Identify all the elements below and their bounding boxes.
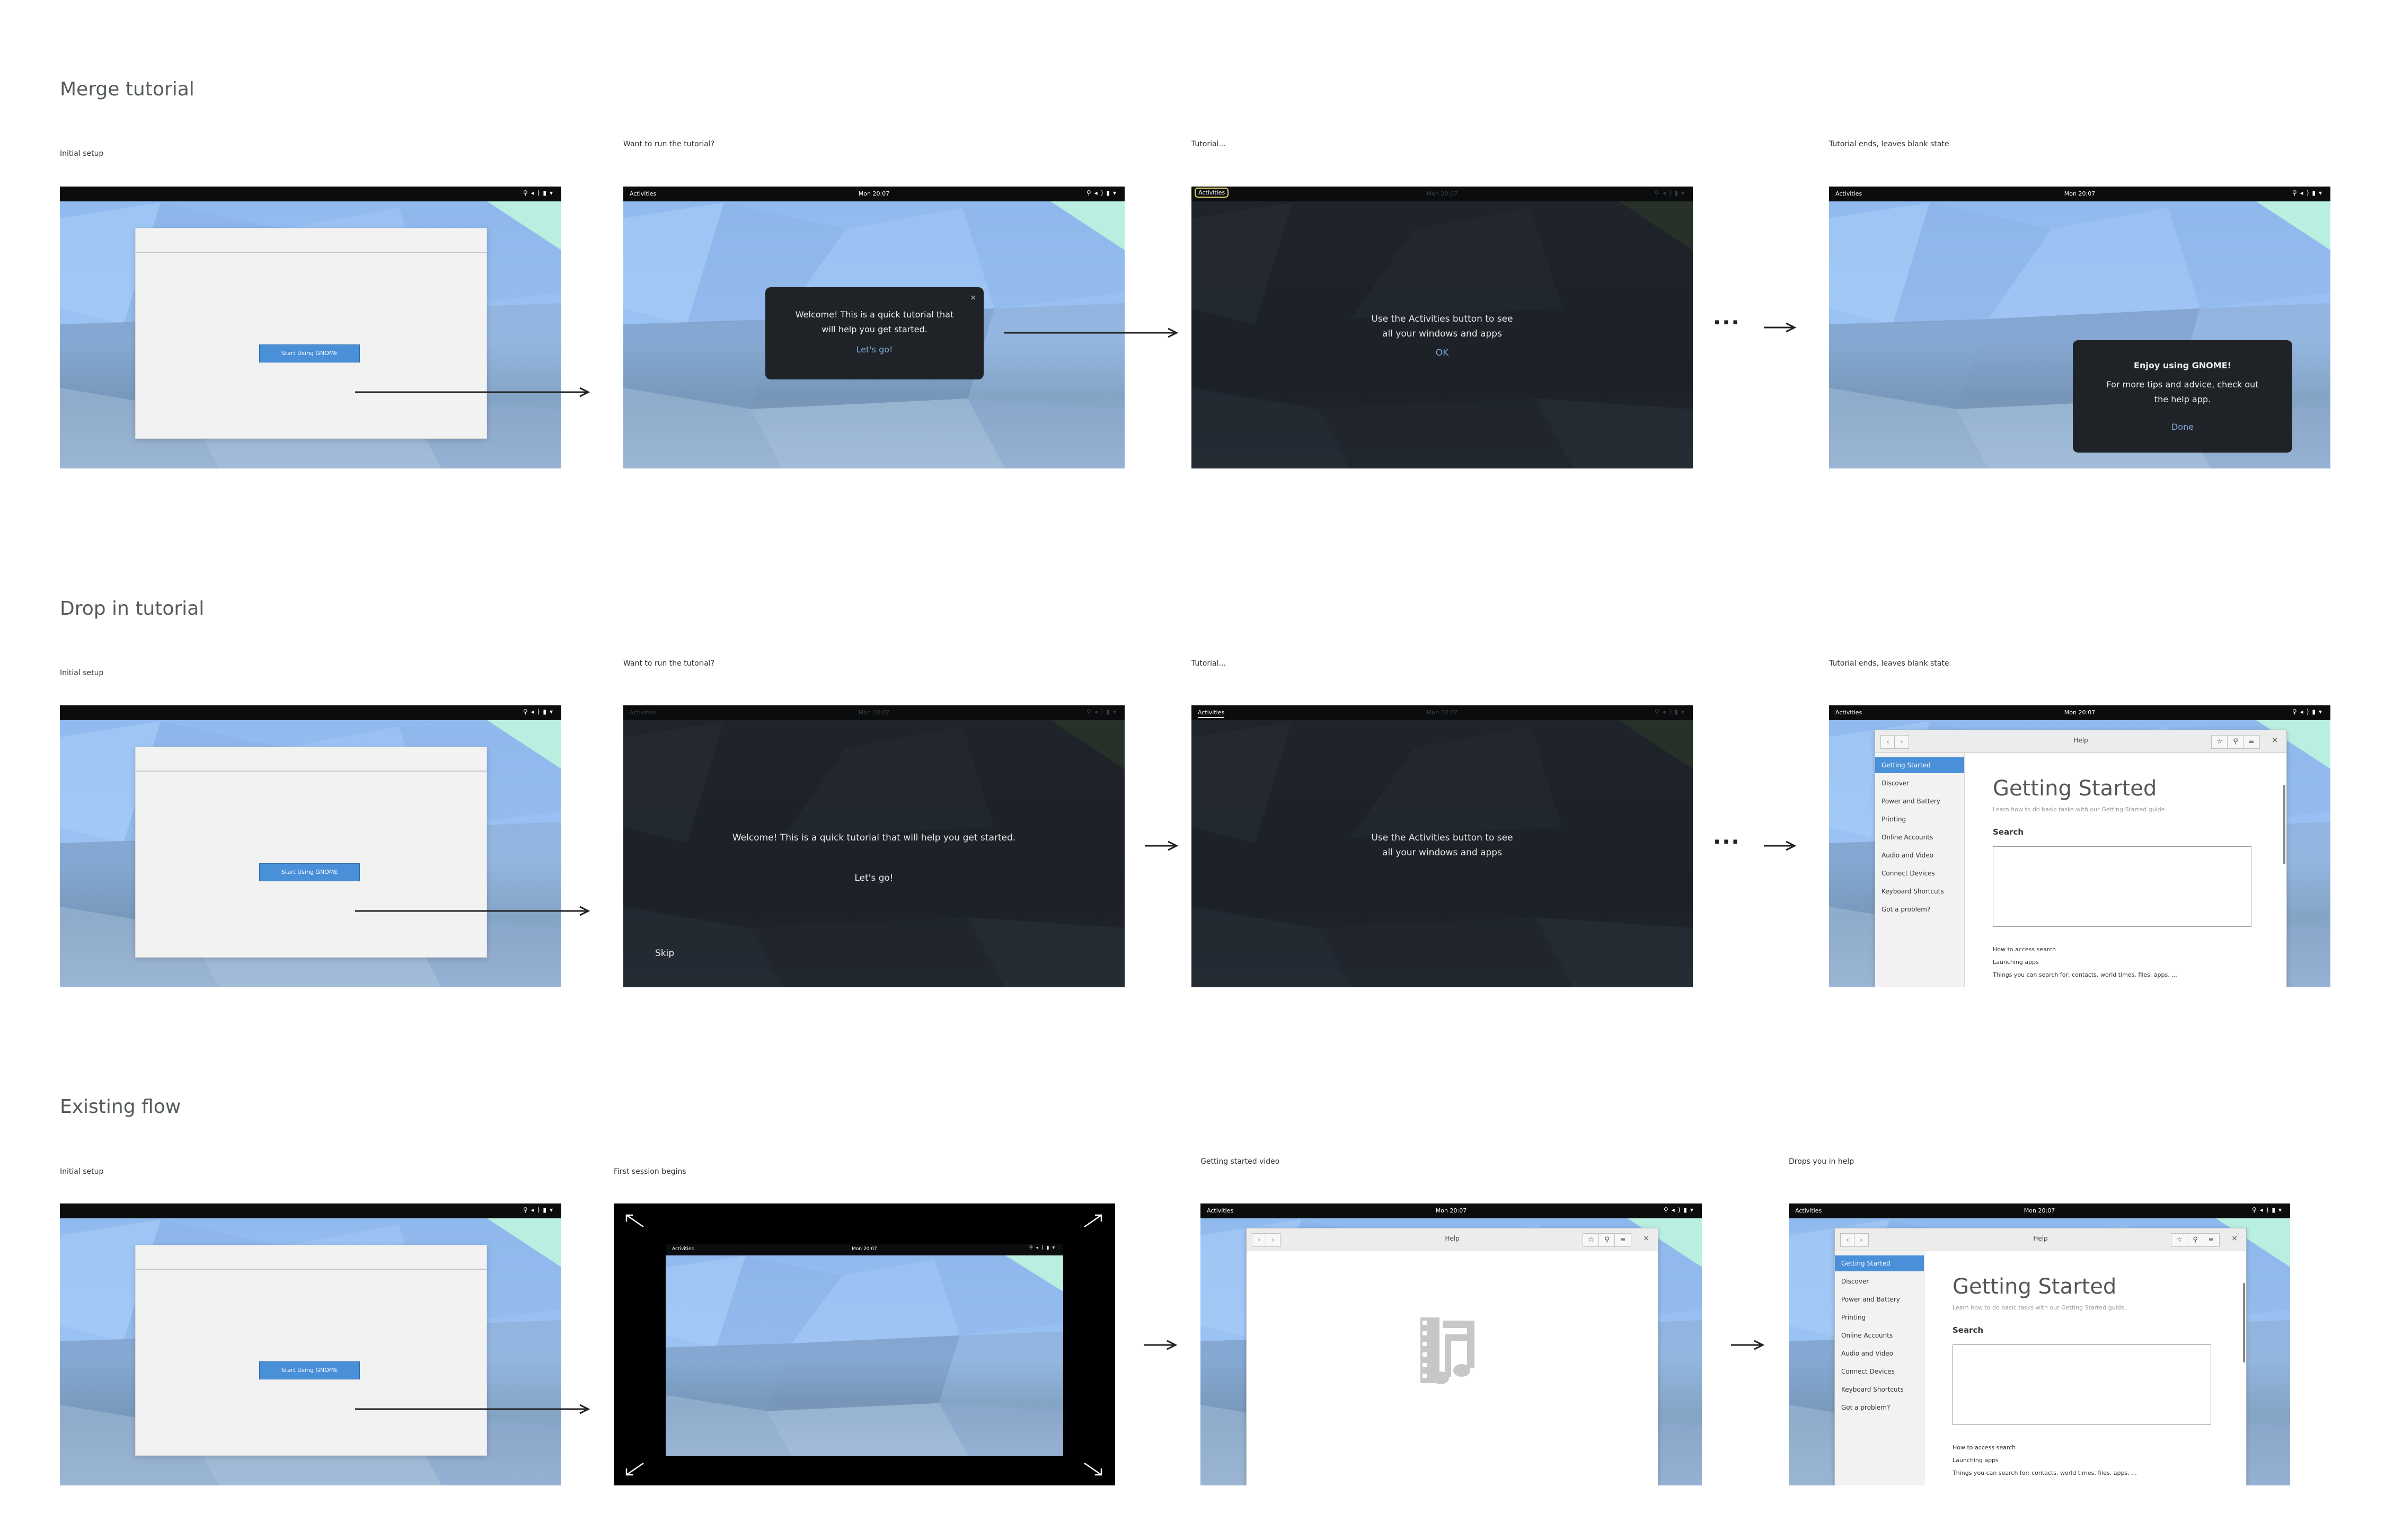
flow-arrows (355, 322, 1797, 1414)
